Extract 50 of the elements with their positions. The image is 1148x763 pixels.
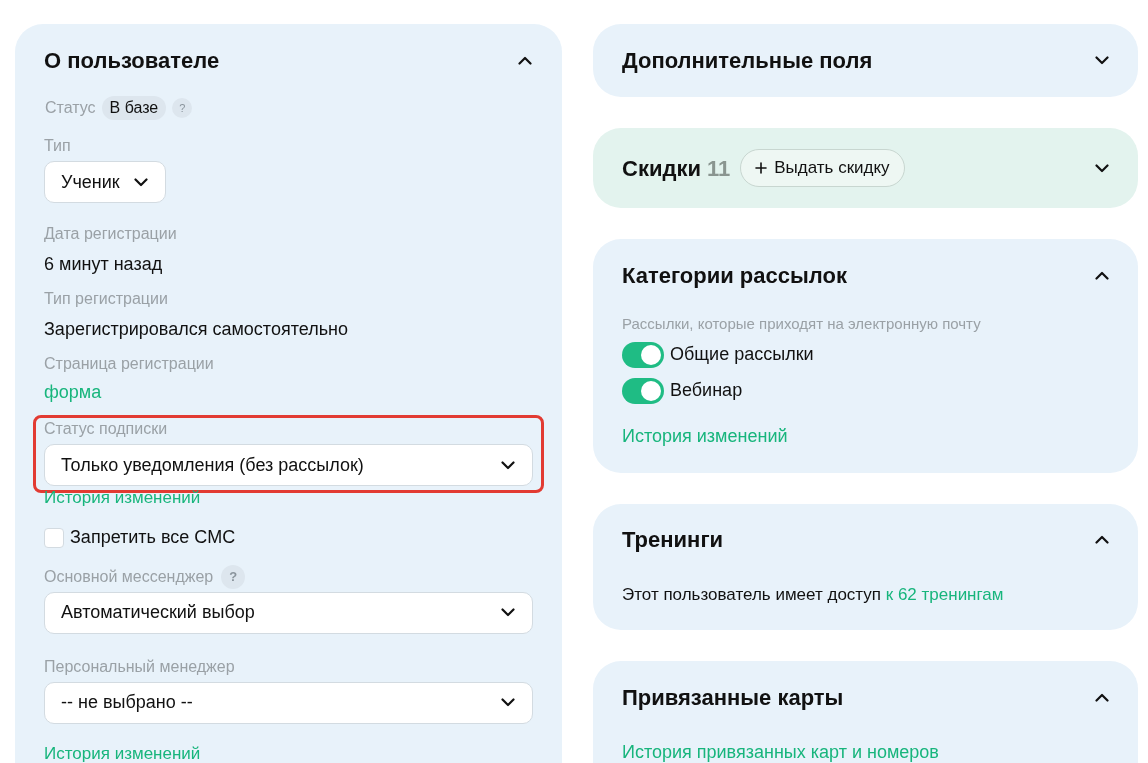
description-text: Рассылки, которые приходят на электронную почту [622, 314, 982, 334]
field-label: Тип регистрации [44, 289, 168, 309]
field-label: Страница регистрации [44, 354, 214, 374]
panel-title: Тренинги [622, 526, 724, 554]
chevron-up-icon[interactable] [1095, 270, 1109, 280]
dropdown[interactable]: Только уведомления (без рассылок) [44, 444, 533, 486]
field-label: Дата регистрации [44, 224, 177, 244]
history-link[interactable]: История изменений [622, 422, 788, 450]
access-text: Этот пользователь имеет доступ к 62 тренингам [622, 583, 1005, 606]
panel-title: Скидки [622, 154, 701, 183]
panel-title: Привязанные карты [622, 683, 844, 712]
chevron-down-icon[interactable] [1095, 163, 1109, 173]
toggle-label: Общие рассылки [670, 343, 814, 366]
trainings-link[interactable]: к 62 тренингам [885, 584, 1004, 604]
card-history-link[interactable]: История привязанных карт и номеров [622, 739, 939, 763]
chevron-down-icon[interactable] [501, 608, 515, 617]
chevron-down-icon[interactable] [501, 460, 515, 470]
field-label: Статус [45, 98, 96, 118]
panel-title: О пользователе [44, 46, 220, 75]
chevron-up-icon[interactable] [1095, 692, 1109, 702]
chevron-down-icon[interactable] [1095, 55, 1109, 65]
field-value: Зарегистрировался самостоятельно [44, 318, 349, 340]
field-label: Персональный менеджер [44, 656, 235, 677]
dropdown[interactable]: -- не выбрано -- [44, 681, 533, 724]
field-value: 6 минут назад [44, 253, 164, 275]
link[interactable]: форма [44, 379, 102, 403]
field-label: Основной мессенджер [44, 566, 214, 587]
help-badge[interactable]: ? [172, 98, 193, 118]
chevron-up-icon[interactable] [518, 55, 532, 65]
history-link[interactable]: История изменений [44, 485, 201, 511]
toggle-label: Вебинар [670, 379, 743, 402]
field-label: Статус подписки [44, 419, 168, 439]
chevron-up-icon[interactable] [1095, 535, 1109, 544]
chevron-down-icon[interactable] [501, 698, 515, 707]
help-badge[interactable]: ? [221, 564, 246, 589]
chevron-down-icon[interactable] [133, 177, 148, 187]
toggle-switch[interactable] [622, 377, 664, 404]
plus-icon [755, 162, 768, 174]
dropdown[interactable]: Ученик [44, 161, 166, 203]
toggle-switch[interactable] [622, 341, 664, 368]
count-label: 11 [706, 154, 731, 183]
panel-title: Категории рассылок [622, 261, 847, 290]
checkbox[interactable] [44, 527, 64, 548]
discount-button[interactable]: Выдать скидку [740, 149, 905, 187]
panel-title: Дополнительные поля [622, 46, 873, 75]
status-badge: В базе [101, 96, 167, 120]
field-label: Тип [44, 136, 71, 156]
checkbox-label: Запретить все СМС [70, 526, 236, 549]
history-link[interactable]: История изменений [44, 740, 201, 763]
dropdown[interactable]: Автоматический выбор [44, 591, 533, 634]
